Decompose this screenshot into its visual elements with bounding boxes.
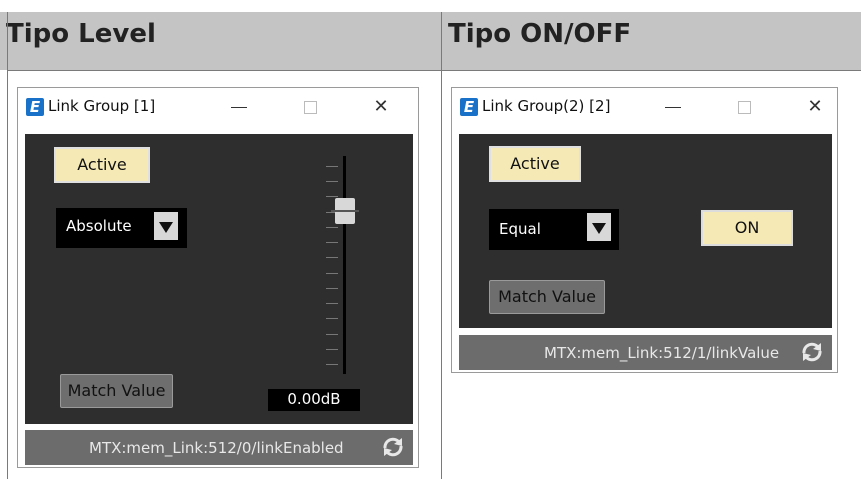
fader-tick [326,166,338,167]
window-title: Link Group(2) [2] [482,97,611,115]
fader-handle[interactable] [331,197,359,224]
on-button-label: ON [734,218,760,237]
mode-select[interactable]: Equal [489,209,619,250]
maximize-icon[interactable] [731,94,757,120]
fader-tick [326,242,338,244]
dropdown-arrow-icon[interactable] [587,213,611,241]
fader-tick [326,364,338,365]
fader-tick [326,257,338,259]
fader-tick [326,333,338,335]
status-text: MTX:mem_Link:512/0/linkEnabled [89,439,344,457]
active-button[interactable]: Active [489,146,581,182]
column-header-onoff-text: Tipo ON/OFF [448,19,632,49]
sync-icon[interactable] [380,434,406,460]
minimize-icon[interactable] [226,94,252,120]
link-group-level-window: E Link Group [1] ✕ Active Absolute Match… [17,87,419,468]
match-value-button-label: Match Value [67,381,166,400]
mode-select[interactable]: Absolute [56,208,187,248]
fader-tick [326,226,338,228]
fader-tick [326,318,338,320]
fader-value-readout: 0.00dB [268,389,360,411]
app-logo-icon: E [460,98,478,116]
match-value-button[interactable]: Match Value [489,280,605,314]
column-header-level: Tipo Level [0,12,441,70]
active-button-label: Active [510,154,560,173]
status-bar: MTX:mem_Link:512/1/linkValue [459,335,832,370]
link-group-onoff-window: E Link Group(2) [2] ✕ Active Equal ON Ma… [451,87,838,373]
maximize-icon[interactable] [297,94,323,120]
column-header-level-text: Tipo Level [6,19,156,49]
match-value-button[interactable]: Match Value [60,374,173,408]
minimize-icon[interactable] [660,94,686,120]
level-control-panel: Active Absolute Match Value 0.00dB [25,134,413,424]
fader-tick [326,272,338,274]
match-value-button-label: Match Value [498,287,596,306]
mode-select-value: Absolute [66,217,132,235]
sync-icon[interactable] [799,339,825,365]
titlebar: E Link Group(2) [2] ✕ [452,88,837,126]
on-button[interactable]: ON [701,210,793,246]
onoff-control-panel: Active Equal ON Match Value [459,134,832,328]
dropdown-arrow-icon[interactable] [154,212,178,240]
column-header-onoff: Tipo ON/OFF [442,12,861,70]
status-bar: MTX:mem_Link:512/0/linkEnabled [25,430,413,465]
mode-select-value: Equal [499,220,541,238]
fader-tick [326,181,338,183]
table-divider-left [7,12,8,479]
window-title: Link Group [1] [48,97,156,115]
close-icon[interactable]: ✕ [802,94,828,120]
fader-tick [326,287,338,289]
fader-tick [326,303,338,305]
status-text: MTX:mem_Link:512/1/linkValue [544,344,780,362]
fader-track[interactable] [343,156,346,374]
active-button-label: Active [77,155,127,174]
titlebar: E Link Group [1] ✕ [18,88,418,126]
table-divider-middle [441,12,442,479]
close-icon[interactable]: ✕ [368,94,394,120]
active-button[interactable]: Active [54,147,150,183]
fader-tick [326,348,338,350]
app-logo-icon: E [26,98,44,116]
table-header-divider [7,70,861,71]
